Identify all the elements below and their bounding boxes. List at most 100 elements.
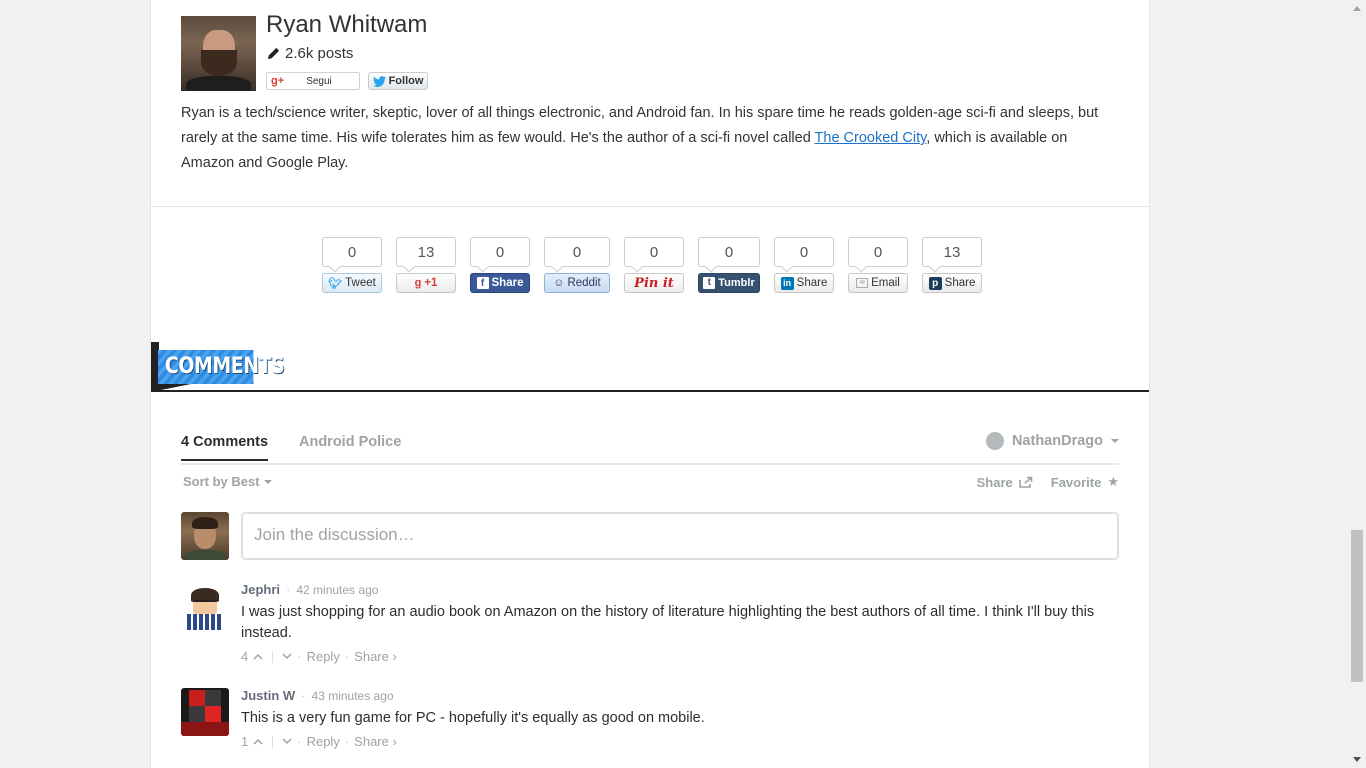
tab-community[interactable]: Android Police — [299, 434, 401, 450]
sort-dropdown[interactable]: Sort by Best — [183, 474, 272, 489]
scroll-up-icon[interactable] — [1353, 6, 1361, 11]
downvote-icon[interactable] — [282, 653, 292, 660]
share-email[interactable]: 0 ✉ Email — [848, 237, 908, 295]
sort-label: Sort by Best — [183, 474, 260, 489]
tweet-button[interactable]: 🐦︎ Tweet — [322, 273, 382, 293]
comments-banner: COMMENTS — [151, 342, 285, 392]
reddit-icon: ☺ — [553, 277, 565, 289]
share-label: Reddit — [567, 277, 601, 289]
pencil-icon — [267, 47, 280, 60]
share-facebook[interactable]: 0 f Share — [470, 237, 530, 295]
reply-link[interactable]: Reply — [307, 649, 340, 664]
share-count: 0 — [774, 237, 834, 267]
share-label: Share — [796, 277, 828, 289]
share-pocket[interactable]: 13 p Share — [922, 237, 982, 295]
author-posts[interactable]: 2.6k posts — [266, 45, 353, 62]
share-label: Tweet — [345, 277, 376, 289]
linkedin-share-button[interactable]: in Share — [774, 273, 834, 293]
facebook-icon: f — [476, 277, 489, 289]
share-arrow-icon — [1018, 476, 1033, 488]
chevron-down-icon — [263, 479, 272, 484]
comment-text: I was just shopping for an audio book on… — [241, 604, 1095, 641]
comment-author[interactable]: Jephri — [241, 582, 280, 597]
google-plus-icon: g — [414, 277, 422, 289]
reddit-share-button[interactable]: ☺ Reddit — [544, 273, 610, 293]
twitter-follow-button[interactable]: Follow — [368, 72, 428, 90]
favorite-label: Favorite — [1050, 474, 1102, 490]
book-link[interactable]: The Crooked City — [815, 130, 927, 146]
share-google-plus[interactable]: 13 g +1 — [396, 237, 456, 295]
commenter-avatar[interactable] — [181, 688, 229, 736]
thread-share-label: Share — [976, 474, 1013, 490]
chevron-down-icon — [1111, 439, 1119, 443]
thread-actions: Share Favorite ★ — [977, 474, 1119, 490]
email-share-button[interactable]: ✉ Email — [848, 273, 908, 293]
tumblr-share-button[interactable]: t Tumblr — [698, 273, 760, 293]
share-reddit[interactable]: 0 ☺ Reddit — [544, 237, 610, 295]
share-label: +1 — [424, 277, 438, 289]
tumblr-icon: t — [703, 277, 716, 289]
pinterest-pin-button[interactable]: Pin it — [624, 273, 684, 293]
google-plus-follow-button[interactable]: g+ Segui — [266, 72, 360, 90]
twitter-icon: 🐦︎ — [328, 277, 343, 290]
share-count: 13 — [396, 237, 456, 267]
upvote-icon[interactable] — [253, 738, 263, 745]
favorite-button[interactable]: Favorite ★ — [1051, 474, 1119, 490]
share-count: 0 — [698, 237, 760, 267]
share-label: Tumblr — [718, 277, 755, 289]
tab-comments-count[interactable]: 4 Comments — [181, 434, 269, 461]
share-label: Share — [491, 277, 524, 289]
comments-heading: COMMENTS — [158, 350, 285, 384]
scroll-thumb[interactable] — [1351, 530, 1363, 682]
user-menu[interactable]: NathanDrago — [985, 432, 1119, 450]
share-count: 0 — [322, 237, 382, 267]
commenter-avatar[interactable] — [181, 582, 229, 630]
scroll-down-icon[interactable] — [1353, 757, 1361, 762]
upvote-icon[interactable] — [253, 653, 263, 660]
author-name[interactable]: Ryan Whitwam — [266, 11, 427, 39]
author-photo[interactable] — [181, 16, 256, 91]
scrollbar[interactable] — [1349, 0, 1366, 768]
pinterest-icon: Pin it — [634, 275, 674, 291]
linkedin-icon: in — [780, 276, 794, 290]
share-count: 0 — [544, 237, 610, 267]
pocket-share-button[interactable]: p Share — [922, 273, 982, 293]
twitter-bird-icon — [372, 75, 386, 87]
share-count: 0 — [848, 237, 908, 267]
share-pinterest[interactable]: 0 Pin it — [624, 237, 684, 295]
reply-link[interactable]: Reply — [307, 734, 340, 749]
vote-count: 4 — [241, 649, 249, 664]
google-plus-icon: g+ — [271, 75, 285, 87]
email-icon: ✉ — [856, 278, 869, 288]
article-page: Ryan Whitwam 2.6k posts g+ Segui Follow … — [150, 0, 1150, 768]
current-user-avatar[interactable] — [181, 512, 229, 560]
user-name: NathanDrago — [1011, 433, 1103, 449]
star-icon: ★ — [1107, 474, 1119, 489]
facebook-share-button[interactable]: f Share — [470, 273, 530, 293]
pocket-icon: p — [928, 276, 942, 290]
comment-author[interactable]: Justin W — [241, 688, 295, 703]
share-label: Share — [944, 277, 976, 289]
share-count: 13 — [922, 237, 982, 267]
twitter-follow-label: Follow — [388, 75, 424, 87]
share-tumblr[interactable]: 0 t Tumblr — [698, 237, 760, 295]
comment-share-link[interactable]: Share › — [354, 734, 397, 749]
share-label: Email — [871, 277, 900, 289]
share-count: 0 — [624, 237, 684, 267]
downvote-icon[interactable] — [282, 738, 292, 745]
user-bubble-icon — [985, 432, 1004, 450]
share-linkedin[interactable]: 0 in Share — [774, 237, 834, 295]
author-bio: Ryan is a tech/science writer, skeptic, … — [181, 101, 1111, 176]
comment-share-link[interactable]: Share › — [354, 649, 397, 664]
comment-time[interactable]: 43 minutes ago — [312, 689, 394, 703]
google-plus-follow-label: Segui — [306, 75, 332, 87]
author-posts-count: 2.6k posts — [285, 45, 354, 62]
share-twitter[interactable]: 0 🐦︎ Tweet — [322, 237, 382, 295]
vote-count: 1 — [241, 734, 249, 749]
thread-share-button[interactable]: Share — [977, 475, 1033, 490]
google-plus-one-button[interactable]: g +1 — [396, 273, 456, 293]
share-count: 0 — [470, 237, 530, 267]
comment-input[interactable]: Join the discussion… — [241, 512, 1119, 560]
comments-rule — [151, 390, 1149, 392]
comment-time[interactable]: 42 minutes ago — [296, 583, 378, 597]
